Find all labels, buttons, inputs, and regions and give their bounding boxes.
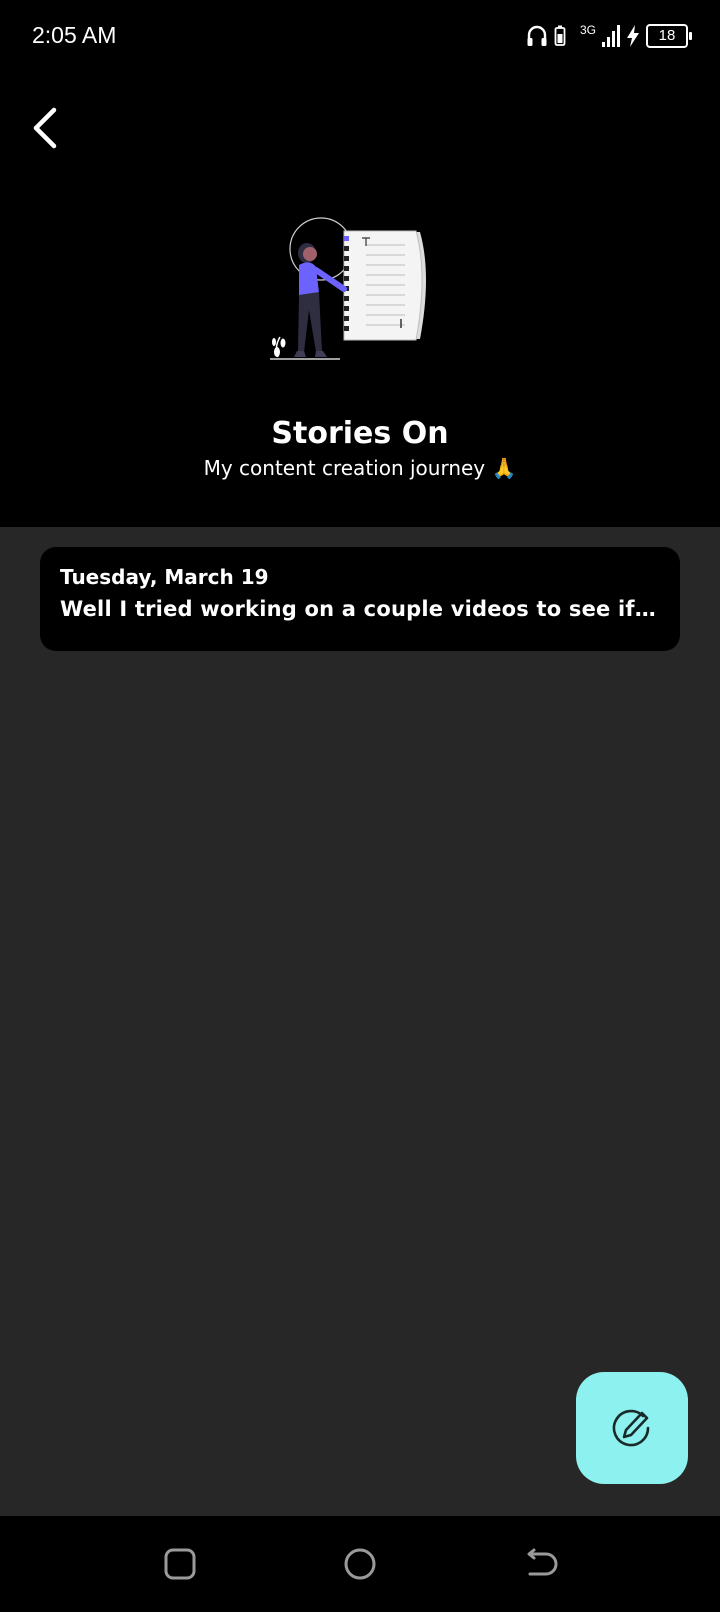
network-type: 3G xyxy=(579,23,596,37)
page-subtitle: My content creation journey 🙏 xyxy=(203,456,517,480)
battery-saver-icon xyxy=(554,25,566,46)
header: 2:05 AM 3G 18 Stories On My content crea… xyxy=(0,0,720,527)
story-card[interactable]: Tuesday, March 19 Well I tried working o… xyxy=(40,547,680,651)
recents-square-icon[interactable] xyxy=(162,1546,198,1582)
compose-button[interactable] xyxy=(576,1372,688,1484)
home-circle-icon[interactable] xyxy=(342,1546,378,1582)
back-arrow-icon[interactable] xyxy=(26,104,66,152)
compose-icon xyxy=(612,1409,650,1447)
woman-with-notebook-illustration xyxy=(270,217,426,360)
navigation-bar xyxy=(0,1516,720,1612)
battery-icon: 18 xyxy=(646,24,692,48)
back-return-icon[interactable] xyxy=(522,1546,558,1582)
battery-level: 18 xyxy=(658,27,676,44)
signal-icon xyxy=(602,25,620,47)
status-icons: 3G 18 xyxy=(526,22,692,50)
status-bar: 2:05 AM 3G 18 xyxy=(0,0,720,72)
status-time: 2:05 AM xyxy=(32,22,117,48)
headphones-icon xyxy=(527,25,547,46)
story-date: Tuesday, March 19 xyxy=(60,565,269,589)
page-title: Stories On xyxy=(271,416,449,451)
charging-icon xyxy=(627,25,639,47)
story-preview: Well I tried working on a couple videos … xyxy=(60,597,660,621)
